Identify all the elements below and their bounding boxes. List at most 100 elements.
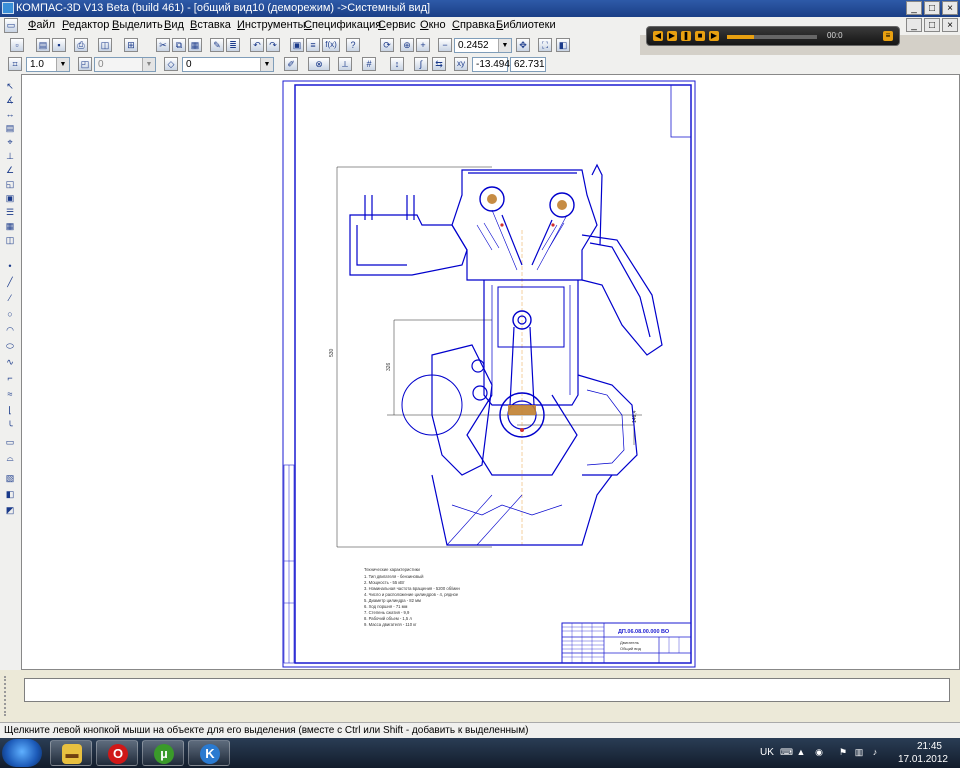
- round-icon[interactable]: ∫: [414, 57, 428, 71]
- chevron-down-icon[interactable]: ▼: [56, 58, 69, 71]
- segment-icon[interactable]: ⁄: [3, 292, 17, 305]
- open-icon[interactable]: ▤: [36, 38, 50, 52]
- player-stop-icon[interactable]: ■: [695, 31, 705, 41]
- circle-icon[interactable]: ○: [3, 308, 17, 321]
- doc-maximize-button[interactable]: □: [924, 18, 940, 32]
- scale-combo[interactable]: 1.0 ▼: [26, 57, 70, 72]
- taskbar-kompas[interactable]: K: [188, 740, 230, 766]
- save-icon[interactable]: ▪: [52, 38, 66, 52]
- nurbs-icon[interactable]: ≈: [3, 388, 17, 401]
- chamfer-icon[interactable]: ⌊: [3, 404, 17, 417]
- rectangle-icon[interactable]: ▭: [3, 436, 17, 449]
- select-icon[interactable]: ◱: [3, 178, 17, 191]
- app-icon[interactable]: [2, 2, 14, 14]
- properties-icon[interactable]: ≣: [226, 38, 240, 52]
- player-progress[interactable]: [727, 35, 817, 39]
- manager-icon[interactable]: ⊞: [124, 38, 138, 52]
- point-icon[interactable]: •: [3, 260, 17, 273]
- collection-icon[interactable]: ◩: [3, 504, 17, 517]
- layer-state-icon[interactable]: ✐: [284, 57, 298, 71]
- fillet-icon[interactable]: ╰: [3, 420, 17, 433]
- zoom-combo[interactable]: 0.2452 ▼: [454, 38, 512, 53]
- doc-minimize-button[interactable]: _: [906, 18, 922, 32]
- clock-time[interactable]: 21:45: [917, 741, 942, 752]
- equidistant-icon[interactable]: ◧: [3, 488, 17, 501]
- player-menu-icon[interactable]: ≡: [883, 31, 893, 41]
- pointer-icon[interactable]: ↖: [3, 80, 17, 93]
- local-cs-icon[interactable]: ↕: [390, 57, 404, 71]
- menu-specification[interactable]: Спецификация: [304, 19, 381, 31]
- preview-icon[interactable]: ◫: [98, 38, 112, 52]
- measure-icon[interactable]: ∠: [3, 164, 17, 177]
- library-manager-icon[interactable]: ▣: [290, 38, 304, 52]
- player-play-icon[interactable]: ▶: [667, 31, 677, 41]
- auxiliary-line-icon[interactable]: ╱: [3, 276, 17, 289]
- polyline-icon[interactable]: ⌐: [3, 372, 17, 385]
- undo-icon[interactable]: ↶: [250, 38, 264, 52]
- notation-icon[interactable]: ▤: [3, 122, 17, 135]
- fx-button[interactable]: f(x): [322, 38, 340, 52]
- report-icon[interactable]: ▦: [3, 220, 17, 233]
- contour-icon[interactable]: ⌓: [3, 452, 17, 465]
- redo-icon[interactable]: ↷: [266, 38, 280, 52]
- cut-icon[interactable]: ✂: [156, 38, 170, 52]
- dimensions-icon[interactable]: ↔: [3, 108, 17, 121]
- insert-icon[interactable]: ◫: [3, 234, 17, 247]
- paste-icon[interactable]: ▦: [188, 38, 202, 52]
- tray-arrow-icon[interactable]: ▲: [796, 747, 806, 757]
- close-button[interactable]: ×: [942, 1, 958, 15]
- copy-icon[interactable]: ⧉: [172, 38, 186, 52]
- chevron-down-icon[interactable]: ▼: [260, 58, 273, 71]
- flag-icon[interactable]: ⚑: [838, 747, 848, 757]
- snap-icon[interactable]: ⊗: [308, 57, 330, 71]
- menu-help[interactable]: Справка: [452, 19, 495, 31]
- new-icon[interactable]: ▫: [10, 38, 24, 52]
- properties-field[interactable]: [24, 678, 950, 702]
- minimize-button[interactable]: _: [906, 1, 922, 15]
- pan-icon[interactable]: ✥: [516, 38, 530, 52]
- format-painter-icon[interactable]: ✎: [210, 38, 224, 52]
- coord-y-field[interactable]: 62.731: [510, 57, 546, 72]
- menu-view[interactable]: Вид: [164, 19, 184, 31]
- zoom-window-icon[interactable]: ⊕: [400, 38, 414, 52]
- menu-service[interactable]: Сервис: [378, 19, 416, 31]
- hatch-icon[interactable]: ▧: [3, 472, 17, 485]
- ellipse-icon[interactable]: ⬭: [3, 340, 17, 353]
- parametrization-icon[interactable]: ⊥: [3, 150, 17, 163]
- print-icon[interactable]: ⎙: [74, 38, 88, 52]
- menu-insert[interactable]: Вставка: [190, 19, 231, 31]
- tray-app-icon[interactable]: ◉: [814, 747, 824, 757]
- chevron-down-icon[interactable]: ▼: [142, 58, 155, 71]
- menu-window[interactable]: Окно: [420, 19, 446, 31]
- clock-date[interactable]: 17.01.2012: [898, 754, 948, 765]
- menu-select[interactable]: Выделить: [112, 19, 163, 31]
- menu-tools[interactable]: Инструменты: [237, 19, 306, 31]
- player-next-icon[interactable]: ▶: [709, 31, 719, 41]
- cursor-mode-icon[interactable]: ⇆: [432, 57, 446, 71]
- drawing-canvas[interactable]: 530 326 141,4 Технические характеристики…: [21, 74, 960, 670]
- zoom-in-icon[interactable]: +: [416, 38, 430, 52]
- view-options-icon[interactable]: ◧: [556, 38, 570, 52]
- variables-icon[interactable]: ≡: [306, 38, 320, 52]
- layer-combo[interactable]: 0 ▼: [94, 57, 156, 72]
- start-button[interactable]: [2, 739, 42, 767]
- panel-grip[interactable]: [4, 676, 16, 716]
- menu-file[interactable]: Файл: [28, 19, 55, 31]
- maximize-button[interactable]: □: [924, 1, 940, 15]
- coord-x-field[interactable]: -13.494: [472, 57, 510, 72]
- volume-icon[interactable]: ♪: [870, 747, 880, 757]
- player-pause-icon[interactable]: ❚: [681, 31, 691, 41]
- geometry-icon[interactable]: ∡: [3, 94, 17, 107]
- doc-close-button[interactable]: ×: [942, 18, 958, 32]
- language-indicator[interactable]: UK: [760, 747, 774, 758]
- refresh-icon[interactable]: ⟳: [380, 38, 394, 52]
- taskbar-opera[interactable]: O: [96, 740, 138, 766]
- help-pointer-icon[interactable]: ?: [346, 38, 360, 52]
- document-icon[interactable]: ▭: [4, 18, 18, 33]
- ortho-icon[interactable]: ⟂: [338, 57, 352, 71]
- style-combo[interactable]: 0 ▼: [182, 57, 274, 72]
- spec-icon[interactable]: ☰: [3, 206, 17, 219]
- taskbar-utorrent[interactable]: µ: [142, 740, 184, 766]
- zoom-out-icon[interactable]: −: [438, 38, 452, 52]
- network-icon[interactable]: ▥: [854, 747, 864, 757]
